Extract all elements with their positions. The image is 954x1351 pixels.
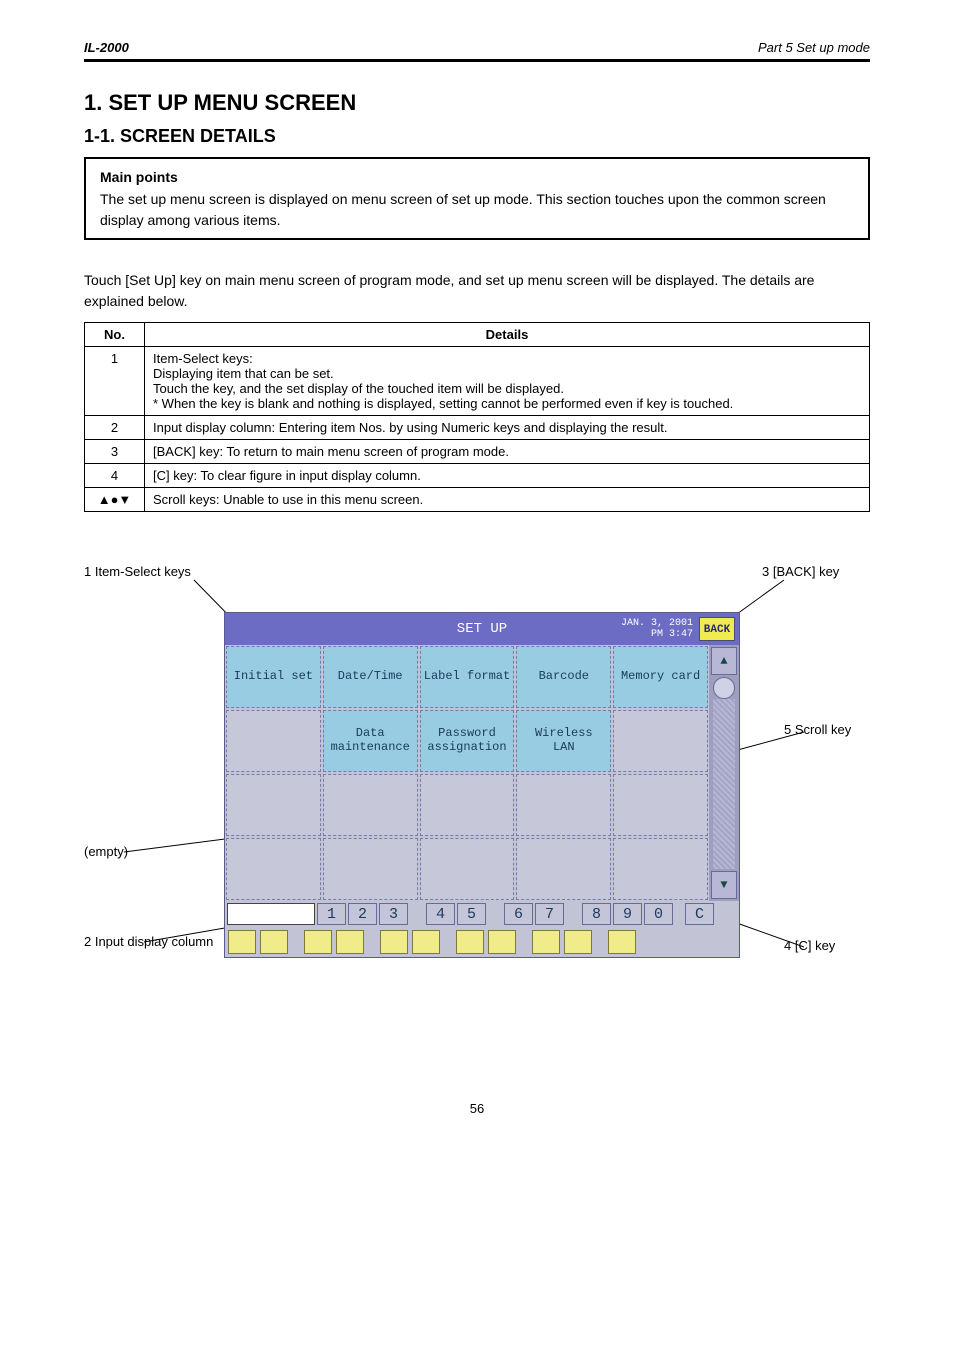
fn-key[interactable] [304, 930, 332, 954]
table-no: 2 [85, 415, 145, 439]
table-detail: Input display column: Entering item Nos.… [145, 415, 870, 439]
description-table: No. Details 1Item-Select keys:Displaying… [84, 322, 870, 512]
item-select-key[interactable]: Initial set [226, 646, 321, 708]
num-key-group: 67 [504, 903, 564, 925]
scroll-glyph-icon: ▲●▼ [98, 492, 132, 507]
num-key-4[interactable]: 4 [426, 903, 455, 925]
callout-c-key: 4 [C] key [784, 938, 835, 954]
item-select-key[interactable]: Datamaintenance [323, 710, 418, 772]
callout-scroll-key: 5 Scroll key [784, 722, 851, 738]
scroll-track [713, 699, 735, 869]
callout-item-select: 1 Item-Select keys [84, 564, 191, 580]
intro-text: Touch [Set Up] key on main menu screen o… [84, 270, 870, 312]
fn-key[interactable] [456, 930, 484, 954]
table-detail: Item-Select keys:Displaying item that ca… [145, 346, 870, 415]
item-select-key[interactable]: Barcode [516, 646, 611, 708]
table-detail: Scroll keys: Unable to use in this menu … [145, 487, 870, 511]
item-select-empty [613, 838, 708, 900]
num-key-group: 890 [582, 903, 673, 925]
titlebar: SET UP JAN. 3, 2001 PM 3:47 BACK [225, 613, 739, 645]
scroll-knob[interactable] [713, 677, 735, 699]
screen-datetime: JAN. 3, 2001 PM 3:47 [621, 618, 693, 640]
item-select-key[interactable]: Memory card [613, 646, 708, 708]
main-points-title: Main points [100, 167, 854, 187]
item-select-empty [516, 838, 611, 900]
num-key-group: 45 [426, 903, 486, 925]
main-points-box: Main points The set up menu screen is di… [84, 157, 870, 240]
numeric-keys-group: 1234567890 [317, 903, 673, 925]
main-points-body: The set up menu screen is displayed on m… [100, 189, 854, 230]
fn-key[interactable] [380, 930, 408, 954]
num-key-3[interactable]: 3 [379, 903, 408, 925]
item-select-empty [226, 838, 321, 900]
item-select-empty [420, 838, 515, 900]
fn-key[interactable] [608, 930, 636, 954]
item-select-empty [323, 774, 418, 836]
callout-back-key: 3 [BACK] key [762, 564, 839, 580]
item-select-empty [516, 774, 611, 836]
function-key-row [225, 927, 739, 957]
table-no: ▲●▼ [85, 487, 145, 511]
numeric-row: 1234567890 C [225, 901, 739, 927]
table-detail: [BACK] key: To return to main menu scree… [145, 439, 870, 463]
num-key-1[interactable]: 1 [317, 903, 346, 925]
fn-key[interactable] [488, 930, 516, 954]
table-no: 1 [85, 346, 145, 415]
header-right: Part 5 Set up mode [758, 40, 870, 55]
callout-input-column: 2 Input display column [84, 934, 213, 950]
item-select-empty [226, 710, 321, 772]
setup-screenshot: SET UP JAN. 3, 2001 PM 3:47 BACK Initial… [224, 612, 740, 958]
section-title: 1. SET UP MENU SCREEN [84, 90, 870, 116]
item-select-empty [420, 774, 515, 836]
diagram-wrap: 1 Item-Select keys 3 [BACK] key 5 Scroll… [84, 552, 870, 1072]
screen-body: Initial setDate/TimeLabel formatBarcodeM… [225, 645, 739, 901]
fn-key[interactable] [564, 930, 592, 954]
fn-key[interactable] [228, 930, 256, 954]
input-display-column[interactable] [227, 903, 315, 925]
fn-key[interactable] [260, 930, 288, 954]
item-select-key[interactable]: Label format [420, 646, 515, 708]
table-no: 4 [85, 463, 145, 487]
page-header: IL-2000 Part 5 Set up mode [84, 40, 870, 62]
back-button[interactable]: BACK [699, 617, 735, 641]
screen-title: SET UP [457, 621, 507, 637]
num-key-8[interactable]: 8 [582, 903, 611, 925]
clear-key[interactable]: C [685, 903, 714, 925]
scroll-down-icon[interactable]: ▼ [711, 871, 737, 899]
fn-key[interactable] [336, 930, 364, 954]
num-key-2[interactable]: 2 [348, 903, 377, 925]
num-key-9[interactable]: 9 [613, 903, 642, 925]
scroll-up-icon[interactable]: ▲ [711, 647, 737, 675]
table-detail: [C] key: To clear figure in input displa… [145, 463, 870, 487]
header-left: IL-2000 [84, 40, 129, 55]
th-no: No. [85, 322, 145, 346]
section-subtitle: 1-1. SCREEN DETAILS [84, 126, 870, 147]
page-number: 56 [0, 1101, 954, 1116]
num-key-7[interactable]: 7 [535, 903, 564, 925]
table-no: 3 [85, 439, 145, 463]
item-select-key[interactable]: Passwordassignation [420, 710, 515, 772]
th-details: Details [145, 322, 870, 346]
item-select-empty [226, 774, 321, 836]
item-select-empty [613, 710, 708, 772]
callout-empty: (empty) [84, 844, 128, 860]
fn-key[interactable] [412, 930, 440, 954]
scrollbar[interactable]: ▲ ▼ [709, 645, 739, 901]
num-key-group: 123 [317, 903, 408, 925]
num-key-5[interactable]: 5 [457, 903, 486, 925]
item-select-key[interactable]: Date/Time [323, 646, 418, 708]
num-key-0[interactable]: 0 [644, 903, 673, 925]
fn-key[interactable] [532, 930, 560, 954]
item-select-empty [323, 838, 418, 900]
item-select-empty [613, 774, 708, 836]
num-key-6[interactable]: 6 [504, 903, 533, 925]
item-select-key[interactable]: WirelessLAN [516, 710, 611, 772]
item-grid: Initial setDate/TimeLabel formatBarcodeM… [225, 645, 709, 901]
